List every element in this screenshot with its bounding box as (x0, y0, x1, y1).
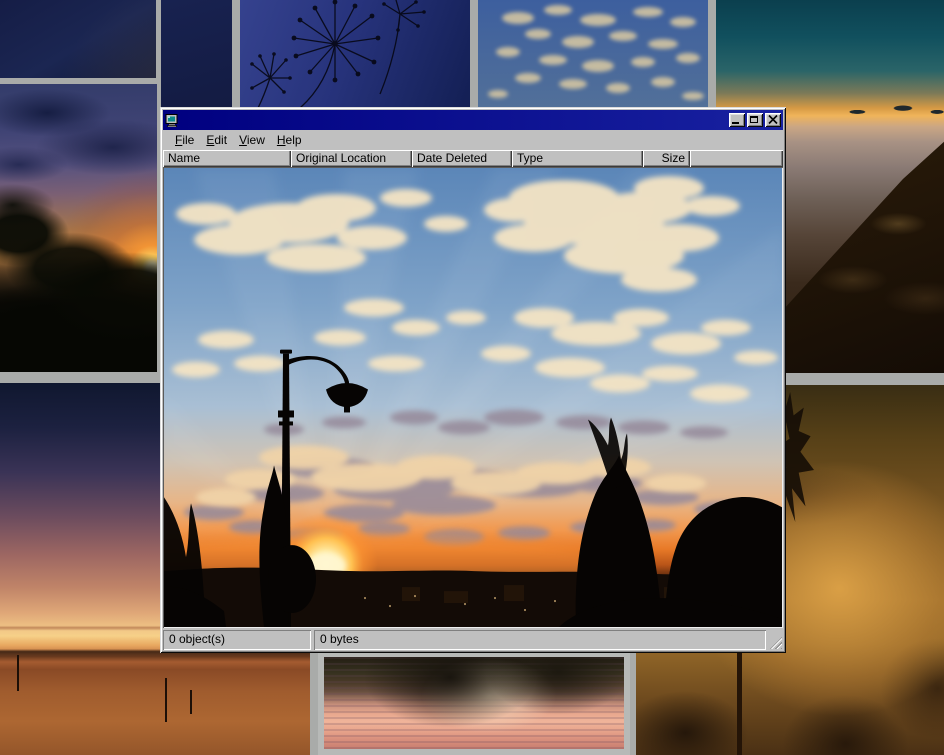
column-header-filler (690, 150, 783, 167)
status-size: 0 bytes (314, 630, 766, 650)
wallpaper-tile-navy-sky (0, 0, 156, 78)
wallpaper-tile-navy-sky-2 (161, 0, 232, 108)
file-list-area[interactable] (163, 167, 783, 628)
menu-file[interactable]: File (169, 131, 200, 149)
menu-edit[interactable]: Edit (200, 131, 233, 149)
menu-view[interactable]: View (233, 131, 271, 149)
cloud-sky-drawing (478, 0, 708, 108)
minimize-button[interactable] (729, 113, 745, 127)
status-bar: 0 object(s) 0 bytes (163, 628, 783, 650)
window-titlebar[interactable] (163, 110, 783, 130)
menu-bar: File Edit View Help (163, 130, 783, 150)
pole-silhouette (737, 652, 742, 755)
lake-stick (17, 655, 19, 691)
maximize-button[interactable] (747, 113, 763, 127)
column-header-row: Name Original Location Date Deleted Type… (163, 150, 783, 167)
column-header-size[interactable]: Size (643, 150, 690, 167)
flower-silhouette-drawing (240, 0, 470, 108)
sunset-photo (164, 168, 782, 627)
desktop-wallpaper: File Edit View Help Name Original Locati… (0, 0, 944, 755)
wallpaper-tile-water-reflection (318, 651, 630, 755)
minimize-icon (732, 122, 739, 124)
menu-help[interactable]: Help (271, 131, 308, 149)
column-header-original-location[interactable]: Original Location (291, 150, 412, 167)
maximize-icon (750, 116, 758, 123)
column-header-date-deleted[interactable]: Date Deleted (412, 150, 512, 167)
column-header-type[interactable]: Type (512, 150, 643, 167)
close-icon (767, 114, 779, 125)
computer-icon (165, 114, 179, 127)
wallpaper-tile-cloud-sky (478, 0, 708, 108)
titlebar-buttons (729, 113, 781, 127)
wallpaper-tile-sunset-rays (0, 84, 157, 372)
close-button[interactable] (765, 113, 781, 127)
lake-stick (190, 690, 192, 714)
wallpaper-tile-flower-silhouette (240, 0, 470, 108)
status-object-count: 0 object(s) (163, 630, 311, 650)
lake-stick (165, 678, 167, 722)
resize-grip[interactable] (769, 630, 783, 650)
column-header-name[interactable]: Name (163, 150, 291, 167)
recycle-bin-window: File Edit View Help Name Original Locati… (160, 107, 786, 653)
